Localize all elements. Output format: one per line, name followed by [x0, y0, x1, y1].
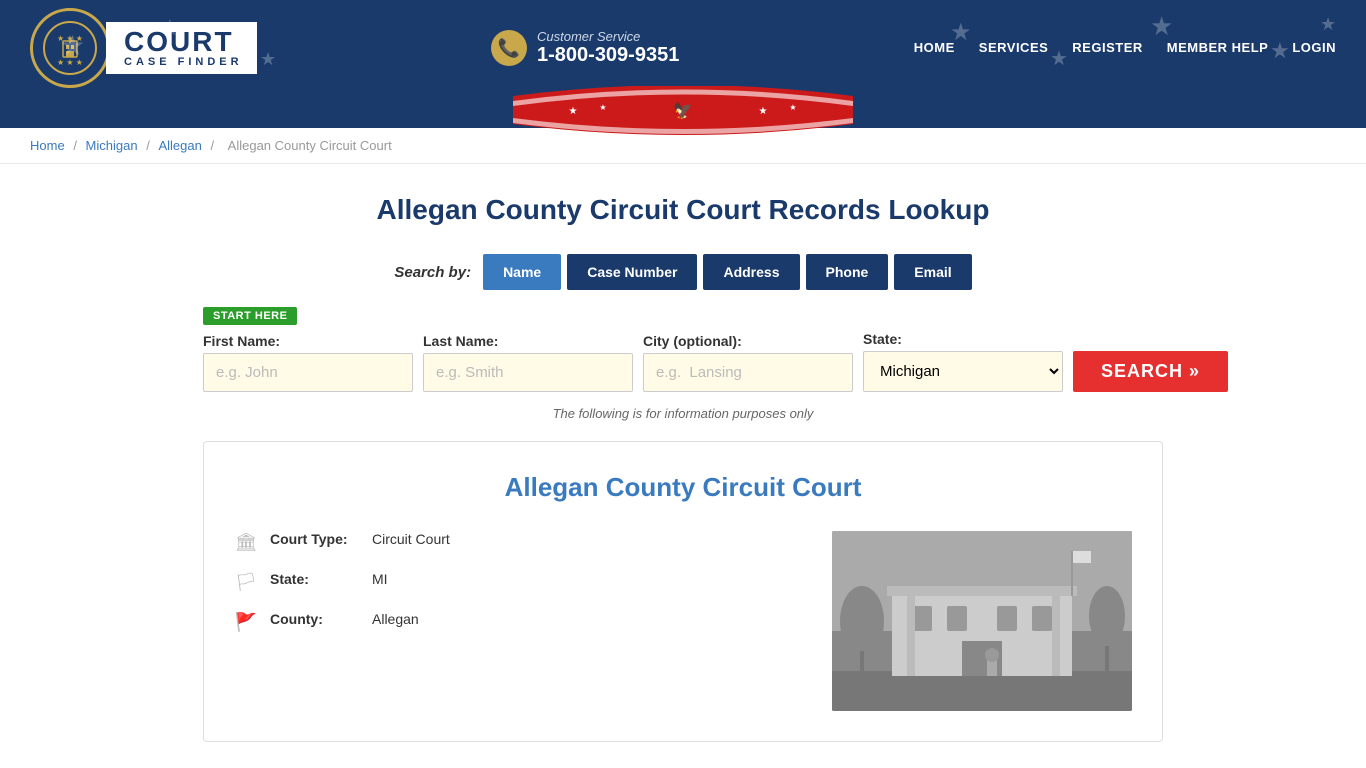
- tab-case-number[interactable]: Case Number: [567, 254, 697, 290]
- header-ribbon: 🦅 ★ ★ ★ ★: [0, 96, 1366, 128]
- tab-name[interactable]: Name: [483, 254, 561, 290]
- nav-services[interactable]: SERVICES: [979, 40, 1049, 57]
- nav-home[interactable]: HOME: [914, 40, 955, 57]
- court-card-body: 🏛 Court Type: Circuit Court 🏳 State: MI …: [234, 531, 1132, 711]
- court-details: 🏛 Court Type: Circuit Court 🏳 State: MI …: [234, 531, 802, 711]
- state-select[interactable]: Michigan Alabama Alaska Arizona Arkansas…: [863, 351, 1063, 392]
- building-icon: 🏛: [234, 532, 258, 553]
- logo[interactable]: ★ ★ ★ ★ ★ ★ COURT CASE FINDER: [30, 8, 257, 88]
- main-content: Allegan County Circuit Court Records Loo…: [183, 164, 1183, 762]
- svg-text:★: ★: [1320, 14, 1336, 34]
- county-row: 🚩 County: Allegan: [234, 611, 802, 633]
- breadcrumb-sep-3: /: [210, 138, 217, 153]
- state-row: 🏳 State: MI: [234, 571, 802, 593]
- search-form-area: START HERE First Name: Last Name: City (…: [203, 306, 1163, 392]
- county-label: County:: [270, 611, 360, 627]
- ribbon-svg: 🦅 ★ ★ ★ ★: [513, 86, 853, 138]
- cs-phone: 1-800-309-9351: [537, 44, 679, 67]
- court-type-value: Circuit Court: [372, 531, 450, 547]
- building-svg: [832, 531, 1132, 711]
- court-type-label: Court Type:: [270, 531, 360, 547]
- first-name-group: First Name:: [203, 333, 413, 392]
- phone-icon: 📞: [491, 30, 527, 66]
- court-card-title: Allegan County Circuit Court: [234, 472, 1132, 503]
- svg-text:★: ★: [260, 49, 276, 69]
- last-name-input[interactable]: [423, 353, 633, 392]
- logo-case-finder-text: CASE FINDER: [124, 56, 243, 68]
- main-nav: HOME SERVICES REGISTER MEMBER HELP LOGIN: [914, 40, 1336, 57]
- search-by-label: Search by:: [394, 264, 471, 281]
- cs-info: Customer Service 1-800-309-9351: [537, 29, 679, 67]
- city-input[interactable]: [643, 353, 853, 392]
- court-type-row: 🏛 Court Type: Circuit Court: [234, 531, 802, 553]
- search-form-row: First Name: Last Name: City (optional): …: [203, 331, 1163, 392]
- tab-email[interactable]: Email: [894, 254, 971, 290]
- city-group: City (optional):: [643, 333, 853, 392]
- court-building-image: [832, 531, 1132, 711]
- svg-text:★: ★: [1150, 11, 1173, 41]
- nav-login[interactable]: LOGIN: [1292, 40, 1336, 57]
- last-name-group: Last Name:: [423, 333, 633, 392]
- search-tabs-row: Search by: Name Case Number Address Phon…: [203, 254, 1163, 290]
- svg-text:🦅: 🦅: [673, 101, 693, 120]
- tab-address[interactable]: Address: [703, 254, 799, 290]
- svg-text:★: ★: [599, 103, 606, 112]
- svg-text:★: ★: [759, 106, 768, 117]
- breadcrumb-sep-2: /: [146, 138, 153, 153]
- first-name-input[interactable]: [203, 353, 413, 392]
- logo-circle: ★ ★ ★ ★ ★ ★: [30, 8, 110, 88]
- court-card: Allegan County Circuit Court 🏛 Court Typ…: [203, 441, 1163, 742]
- tab-phone[interactable]: Phone: [806, 254, 889, 290]
- svg-text:★ ★ ★: ★ ★ ★: [57, 58, 83, 67]
- nav-member-help[interactable]: MEMBER HELP: [1167, 40, 1269, 57]
- breadcrumb-sep-1: /: [73, 138, 80, 153]
- breadcrumb-current: Allegan County Circuit Court: [228, 138, 392, 153]
- county-value: Allegan: [372, 611, 419, 627]
- city-label: City (optional):: [643, 333, 853, 349]
- svg-text:★: ★: [569, 106, 578, 117]
- logo-text: COURT CASE FINDER: [106, 22, 257, 74]
- start-here-badge: START HERE: [203, 307, 297, 325]
- state-detail-value: MI: [372, 571, 388, 587]
- info-note: The following is for information purpose…: [203, 406, 1163, 421]
- breadcrumb-michigan[interactable]: Michigan: [86, 138, 138, 153]
- map-icon: 🚩: [234, 612, 258, 633]
- customer-service: 📞 Customer Service 1-800-309-9351: [491, 29, 679, 67]
- flag-icon: 🏳: [234, 572, 258, 593]
- state-group: State: Michigan Alabama Alaska Arizona A…: [863, 331, 1063, 392]
- breadcrumb-allegan[interactable]: Allegan: [158, 138, 201, 153]
- site-header: ★ ★ ★ ★ ★ ★ ★ ★ ★ ★ ★ ★ ★ ★ COURT CASE F…: [0, 0, 1366, 96]
- last-name-label: Last Name:: [423, 333, 633, 349]
- page-title: Allegan County Circuit Court Records Loo…: [203, 194, 1163, 226]
- state-label: State:: [863, 331, 1063, 347]
- svg-text:★: ★: [789, 103, 796, 112]
- breadcrumb-home[interactable]: Home: [30, 138, 65, 153]
- logo-court-text: COURT: [124, 28, 234, 56]
- state-detail-label: State:: [270, 571, 360, 587]
- nav-register[interactable]: REGISTER: [1072, 40, 1142, 57]
- cs-label: Customer Service: [537, 29, 679, 44]
- first-name-label: First Name:: [203, 333, 413, 349]
- search-button[interactable]: SEARCH »: [1073, 351, 1228, 392]
